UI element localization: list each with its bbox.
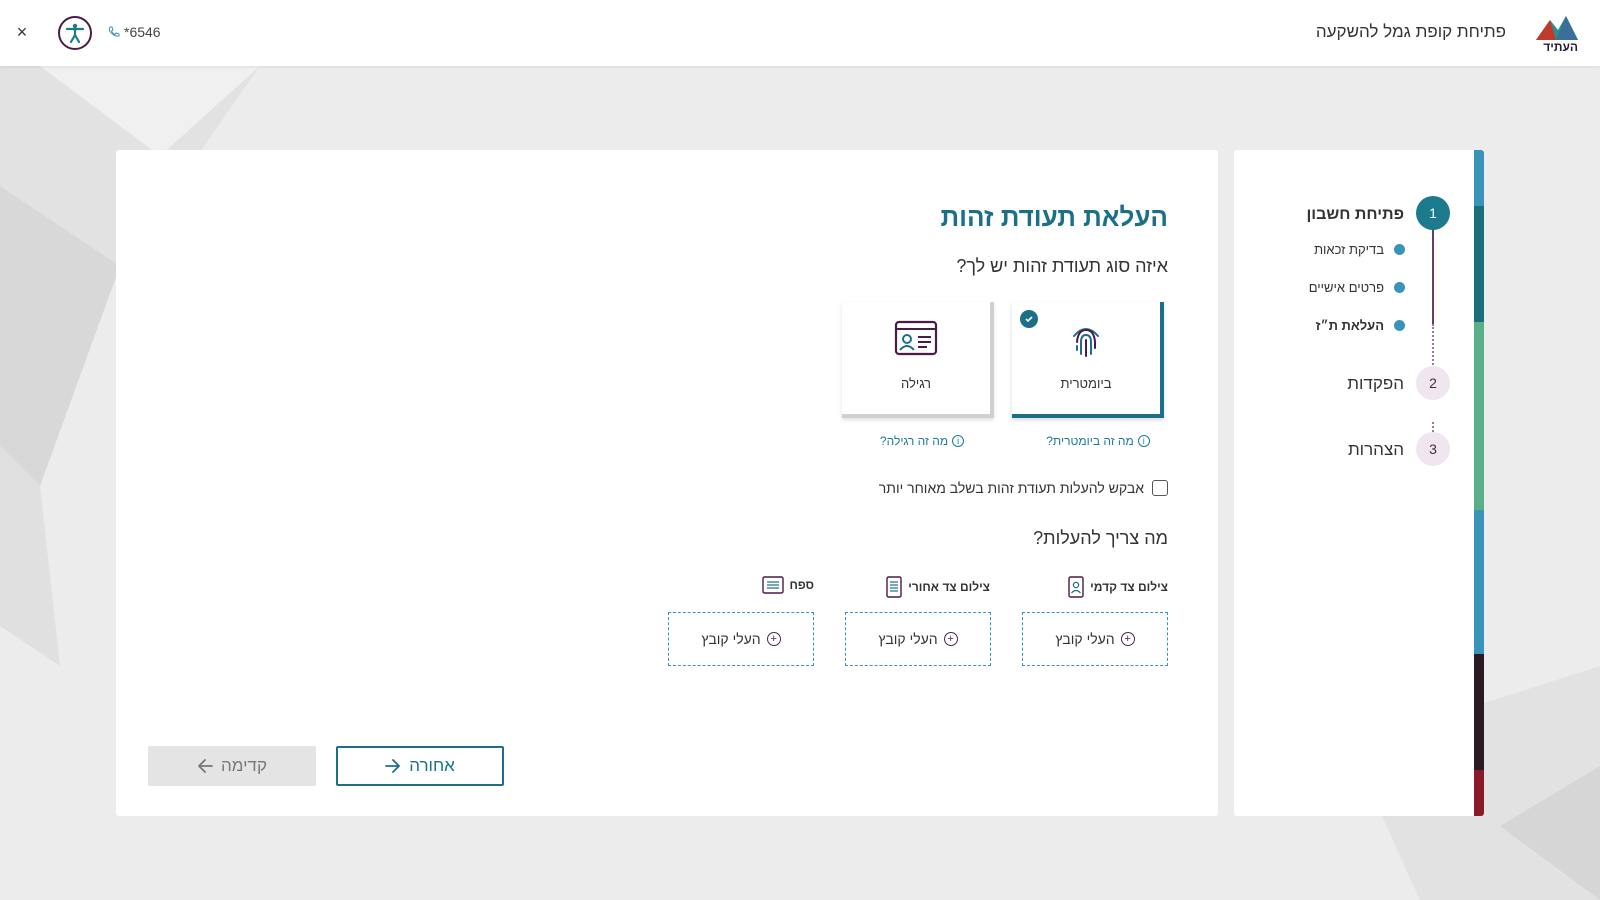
upload-appendix-button[interactable]: + העלי קובץ <box>668 612 814 666</box>
upload-front-button[interactable]: + העלי קובץ <box>1022 612 1168 666</box>
phone-text: *6546 <box>124 24 161 40</box>
back-button-label: אחורה <box>409 756 455 775</box>
step-1-label: פתיחת חשבון <box>1306 206 1404 223</box>
fingerprint-icon <box>1073 328 1099 357</box>
id-back-icon <box>886 576 902 598</box>
close-button[interactable]: × <box>12 20 32 44</box>
upload-appendix-heading: ספח <box>761 576 815 594</box>
upload-appendix-label: ספח <box>789 578 815 592</box>
upload-later-row[interactable]: אבקש להעלות תעודת זהות בשלב מאוחר יותר <box>879 480 1168 496</box>
phone-icon <box>108 26 120 37</box>
sidebar-color-stripe <box>1474 150 1484 816</box>
mountain-logo-icon <box>1536 16 1578 40</box>
arrow-left-icon <box>198 759 213 773</box>
next-button-label: קדימה <box>221 756 267 775</box>
id-type-biometric-card[interactable]: ביומטרית <box>1012 302 1164 418</box>
sub-step-id-upload: העלאת ת״ז <box>1315 318 1384 333</box>
id-type-question: איזה סוג תעודת זהות יש לך? <box>956 256 1168 276</box>
step-1-circle: 1 <box>1416 196 1450 230</box>
upload-back-label: צילום צד אחורי <box>908 580 990 594</box>
info-icon: i <box>1137 435 1150 447</box>
next-button[interactable]: קדימה <box>148 746 316 786</box>
top-header: העתיד פתיחת קופת גמל להשקעה × *6546 <box>0 0 1600 66</box>
header-title: פתיחת קופת גמל להשקעה <box>1315 22 1506 41</box>
accessibility-button[interactable] <box>58 16 92 50</box>
check-icon <box>1020 310 1038 328</box>
step-connector <box>1432 224 1434 324</box>
upload-back-button[interactable]: + העלי קובץ <box>845 612 991 666</box>
upload-back-button-label: העלי קובץ <box>878 631 938 647</box>
upload-back-heading: צילום צד אחורי <box>886 576 990 598</box>
page-title: העלאת תעודת זהות <box>940 202 1169 232</box>
plus-circle-icon: + <box>1120 632 1135 646</box>
logo-text: העתיד <box>1543 40 1578 54</box>
info-link-regular[interactable]: i מה זה רגילה? <box>852 434 992 448</box>
step-3-circle: 3 <box>1416 432 1450 466</box>
plus-circle-icon: + <box>943 632 958 646</box>
sub-step-done-icon <box>1394 282 1405 293</box>
sub-step-current-icon <box>1394 320 1405 331</box>
step-2-circle: 2 <box>1416 366 1450 400</box>
upload-front-button-label: העלי קובץ <box>1055 631 1115 647</box>
sub-step-personal: פרטים אישיים <box>1308 280 1384 295</box>
main-card: העלאת תעודת זהות איזה סוג תעודת זהות יש … <box>116 150 1218 816</box>
upload-later-checkbox[interactable] <box>1152 480 1168 496</box>
sub-step-eligibility: בדיקת זכאות <box>1314 242 1384 257</box>
id-front-icon <box>1068 576 1084 598</box>
progress-sidebar: 1 פתיחת חשבון בדיקת זכאות פרטים אישיים ה… <box>1234 150 1484 816</box>
upload-question: מה צריך להעלות? <box>1033 528 1168 548</box>
upload-front-label: צילום צד קדמי <box>1090 580 1168 594</box>
biometric-label: ביומטרית <box>1060 376 1112 391</box>
upload-later-label: אבקש להעלות תעודת זהות בשלב מאוחר יותר <box>878 480 1144 496</box>
info-link-regular-text: מה זה רגילה? <box>879 434 949 448</box>
info-icon: i <box>952 435 965 447</box>
phone-number[interactable]: *6546 <box>108 24 161 40</box>
info-link-biometric[interactable]: i מה זה ביומטרית? <box>1028 434 1168 448</box>
upload-appendix-button-label: העלי קובץ <box>701 631 761 647</box>
step-2-label: הפקדות <box>1347 374 1404 393</box>
accessibility-icon <box>65 23 85 44</box>
regular-label: רגילה <box>900 376 932 391</box>
plus-circle-icon: + <box>766 632 781 646</box>
arrow-right-icon <box>385 759 401 773</box>
sub-step-done-icon <box>1394 244 1405 255</box>
upload-front-heading: צילום צד קדמי <box>1068 576 1168 598</box>
info-link-biometric-text: מה זה ביומטרית? <box>1046 434 1134 448</box>
step-3-label: הצהרות <box>1347 440 1404 459</box>
appendix-icon <box>761 576 784 594</box>
back-button[interactable]: אחורה <box>336 746 504 786</box>
id-type-regular-card[interactable]: רגילה <box>842 302 994 418</box>
id-card-icon <box>894 320 938 356</box>
